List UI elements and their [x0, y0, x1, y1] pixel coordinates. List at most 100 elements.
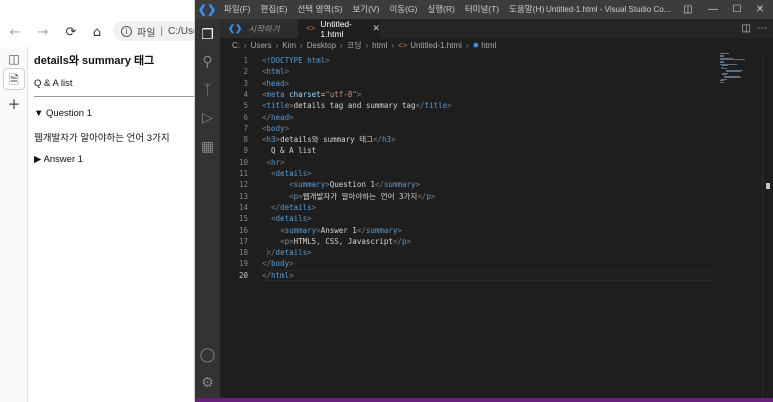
home-icon[interactable]: ⌂: [86, 21, 108, 43]
chevron-right-icon: ›: [391, 41, 394, 50]
code-line[interactable]: <details>: [262, 213, 312, 224]
vscode-logo-icon: ❮❯: [197, 4, 217, 16]
line-number: 16: [238, 225, 248, 235]
editor-tabs: ❮❯ 시작하기 <> Untitled-1.html ✕ ◫ ⋯: [220, 18, 773, 39]
code-line[interactable]: Q & A list: [262, 145, 316, 156]
breadcrumb-item[interactable]: Kim: [282, 41, 296, 50]
tab-untitled-html[interactable]: <> Untitled-1.html ✕: [298, 18, 380, 39]
browser-window: ← → ⟳ ⌂ i 파일 | C:/Use ◫ 🗎 + details와 sum…: [0, 0, 195, 402]
breadcrumb-item[interactable]: C:: [232, 41, 240, 50]
settings-gear-icon[interactable]: ⚙: [195, 371, 220, 393]
menu-help[interactable]: 도움말(H): [504, 0, 549, 19]
breadcrumb-item[interactable]: 코딩: [347, 40, 362, 51]
line-number: 1: [243, 56, 248, 65]
tab-close-icon[interactable]: ✕: [372, 23, 380, 34]
code-editor[interactable]: 1 2 3 4 5 6 7 8 9 10 11 12 13 14 15 16 17 18 19 20 <!DOCTYP…: [220, 53, 773, 398]
indent-guide: [267, 247, 268, 259]
new-tab-plus-icon[interactable]: +: [7, 97, 21, 112]
code-line[interactable]: <p>HTML5, CSS, Javascript</p>: [262, 236, 411, 247]
vscode-window: ❮❯ 파일(F) 편집(E) 선택 영역(S) 보기(V) 이동(G) 실행(R…: [195, 0, 773, 402]
line-number: 9: [243, 146, 248, 156]
code-line[interactable]: <meta charset="utf-8">: [262, 89, 361, 100]
tab-label: 시작하기: [248, 23, 280, 34]
close-icon[interactable]: ✕: [747, 0, 773, 19]
code-line[interactable]: <head>: [262, 78, 289, 89]
code-line[interactable]: <title>details tag and summary tag</titl…: [262, 100, 452, 111]
menu-run[interactable]: 실행(R): [422, 0, 459, 19]
html-file-icon: <>: [306, 24, 316, 33]
page-heading: details와 summary 태그: [34, 55, 155, 67]
list-text: Q & A list: [34, 78, 73, 89]
split-editor-icon[interactable]: ◫: [742, 19, 751, 38]
run-debug-icon[interactable]: ▷: [195, 106, 220, 128]
details-summary-answer[interactable]: ▶ Answer 1: [34, 154, 194, 167]
rendered-page: details와 summary 태그 Q & A list ▼ Questio…: [34, 53, 194, 167]
code-line[interactable]: </details>: [262, 247, 312, 258]
code-line[interactable]: <h3>details와 summary 태그</h3>: [262, 134, 396, 145]
minimap-row: [720, 81, 725, 83]
refresh-icon[interactable]: ⟳: [60, 21, 82, 43]
line-number: 4: [243, 89, 248, 99]
search-icon[interactable]: ⚲: [195, 50, 220, 72]
disclosure-open-icon: ▼: [34, 108, 44, 119]
breadcrumb-item[interactable]: Desktop: [307, 41, 336, 50]
extensions-icon[interactable]: ▦: [195, 135, 220, 157]
menu-view[interactable]: 보기(V): [347, 0, 384, 19]
address-url: C:/Use: [168, 25, 194, 37]
breadcrumb-item[interactable]: Users: [251, 41, 272, 50]
code-line[interactable]: </head>: [262, 112, 294, 123]
current-line-highlight: [262, 270, 717, 282]
details-summary-question[interactable]: ▼ Question 1: [34, 108, 194, 121]
back-arrow-icon[interactable]: ←: [4, 21, 26, 43]
code-line[interactable]: <!DOCTYPE html>: [262, 55, 330, 66]
accounts-icon[interactable]: ◯: [195, 343, 220, 365]
layout-icon[interactable]: ◫: [675, 0, 701, 19]
more-actions-icon[interactable]: ⋯: [757, 19, 767, 38]
disclosure-closed-icon: ▶: [34, 154, 42, 165]
line-number: 13: [238, 191, 248, 201]
forward-arrow-icon[interactable]: →: [32, 21, 54, 43]
breadcrumb-item[interactable]: Untitled-1.html: [410, 41, 462, 50]
summary-label: Answer 1: [43, 154, 84, 165]
tab-welcome[interactable]: ❮❯ 시작하기: [220, 19, 298, 38]
tab-label: Untitled-1.html: [320, 18, 352, 39]
source-control-icon[interactable]: ᛉ: [195, 78, 220, 100]
code-line[interactable]: <summary>Answer 1</summary>: [262, 225, 402, 236]
code-line[interactable]: <hr>: [262, 157, 285, 168]
line-number: 19: [238, 259, 248, 269]
vscode-small-icon: ❮❯: [228, 23, 243, 33]
menu-go[interactable]: 이동(G): [384, 0, 422, 19]
chevron-right-icon: ›: [365, 41, 369, 50]
line-number: 17: [238, 236, 248, 246]
menu-file[interactable]: 파일(F): [219, 0, 256, 19]
code-line[interactable]: <details>: [262, 168, 312, 179]
chevron-right-icon: ›: [300, 41, 303, 50]
chevron-right-icon: ›: [465, 41, 469, 50]
chevron-right-icon: ›: [340, 41, 343, 50]
breadcrumb-item[interactable]: html: [481, 41, 496, 50]
code-line[interactable]: <html>: [262, 66, 289, 77]
minimize-icon[interactable]: —: [700, 0, 726, 19]
tab-actions-icon[interactable]: ◫: [7, 52, 21, 66]
menu-edit[interactable]: 편집(E): [256, 0, 293, 19]
code-line[interactable]: <summary>Question 1</summary>: [262, 179, 420, 190]
code-line[interactable]: </html>: [262, 270, 294, 281]
explorer-icon[interactable]: ❐: [195, 23, 220, 45]
menu-terminal[interactable]: 터미널(T): [460, 0, 504, 19]
chevron-right-icon: ›: [244, 41, 247, 50]
line-number: 12: [238, 180, 248, 190]
vertical-scrollbar[interactable]: [762, 53, 773, 398]
line-number: 7: [243, 123, 248, 133]
code-line[interactable]: <body>: [262, 123, 289, 134]
page-tab-icon[interactable]: 🗎: [3, 68, 25, 90]
code-line[interactable]: </body>: [262, 258, 294, 269]
breadcrumb-item[interactable]: html: [372, 41, 387, 50]
code-line[interactable]: </details>: [262, 202, 316, 213]
info-icon[interactable]: i: [121, 25, 132, 37]
menu-selection[interactable]: 선택 영역(S): [292, 0, 347, 19]
code-line[interactable]: <p>웹개발자가 알아야하는 언어 3가지</p>: [262, 191, 435, 202]
title-bar: ❮❯ 파일(F) 편집(E) 선택 영역(S) 보기(V) 이동(G) 실행(R…: [195, 0, 773, 19]
minimap[interactable]: [720, 53, 760, 83]
address-bar[interactable]: i 파일 | C:/Use: [113, 21, 194, 41]
line-number: 10: [238, 157, 248, 167]
